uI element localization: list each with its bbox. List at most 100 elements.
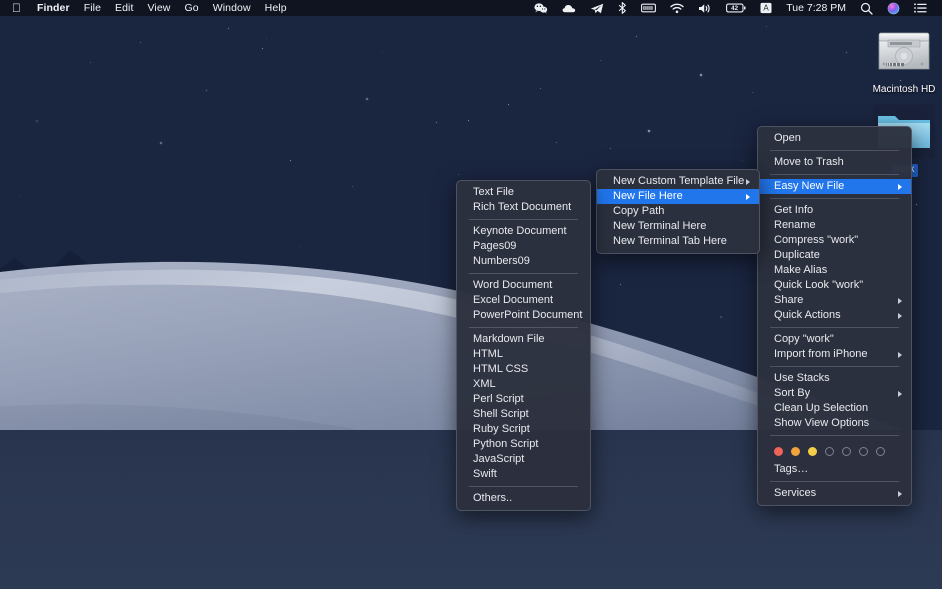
finder-context-menu[interactable]: Open Move to Trash Easy New File Get Inf… — [757, 126, 912, 506]
filetype-label: JavaScript — [473, 452, 524, 467]
menu-go[interactable]: Go — [178, 0, 206, 16]
volume-icon[interactable] — [691, 0, 719, 16]
menu-file[interactable]: File — [77, 0, 108, 16]
tag-green[interactable] — [825, 447, 834, 456]
wifi-icon[interactable] — [663, 0, 691, 16]
submenu-item-label: Copy Path — [613, 204, 664, 219]
context-item-move-to-trash[interactable]: Move to Trash — [758, 155, 911, 170]
submenu-item-new-terminal-here[interactable]: New Terminal Here — [597, 219, 759, 234]
filetype-item-rich-text-document[interactable]: Rich Text Document — [457, 200, 590, 215]
context-item-share[interactable]: Share — [758, 293, 911, 308]
submenu-item-new-custom-template-file[interactable]: New Custom Template File — [597, 174, 759, 189]
wechat-icon[interactable] — [527, 0, 555, 16]
filetype-item-python-script[interactable]: Python Script — [457, 437, 590, 452]
submenu-item-label: New Custom Template File — [613, 174, 744, 189]
context-item-make-alias[interactable]: Make Alias — [758, 263, 911, 278]
apple-logo-icon[interactable]:  — [12, 2, 21, 14]
tag-color-row[interactable] — [758, 440, 911, 462]
context-item-get-info[interactable]: Get Info — [758, 203, 911, 218]
tag-yellow[interactable] — [808, 447, 817, 456]
control-center-icon[interactable] — [907, 0, 934, 16]
context-item-label: Duplicate — [774, 248, 820, 263]
filetype-item-text-file[interactable]: Text File — [457, 185, 590, 200]
filetype-item-word-document[interactable]: Word Document — [457, 278, 590, 293]
filetype-item-html[interactable]: HTML — [457, 347, 590, 362]
context-item-rename[interactable]: Rename — [758, 218, 911, 233]
filetype-item-swift[interactable]: Swift — [457, 467, 590, 482]
filetype-item-others[interactable]: Others.. — [457, 491, 590, 506]
bluetooth-icon[interactable] — [611, 0, 634, 16]
context-item-copy[interactable]: Copy "work" — [758, 332, 911, 347]
menu-view[interactable]: View — [141, 0, 178, 16]
context-item-label: Compress "work" — [774, 233, 858, 248]
menu-separator — [469, 327, 578, 328]
menu-finder[interactable]: Finder — [30, 0, 77, 16]
new-file-here-submenu[interactable]: Text File Rich Text Document Keynote Doc… — [456, 180, 591, 511]
filetype-item-perl-script[interactable]: Perl Script — [457, 392, 590, 407]
context-item-compress[interactable]: Compress "work" — [758, 233, 911, 248]
context-item-label: Quick Actions — [774, 308, 841, 323]
desktop-icon-macintosh-hd[interactable]: Macintosh HD — [866, 28, 942, 97]
context-item-easy-new-file[interactable]: Easy New File — [758, 179, 911, 194]
context-item-label: Copy "work" — [774, 332, 834, 347]
menu-help[interactable]: Help — [258, 0, 294, 16]
context-item-sort-by[interactable]: Sort By — [758, 386, 911, 401]
context-item-quick-actions[interactable]: Quick Actions — [758, 308, 911, 323]
submenu-item-copy-path[interactable]: Copy Path — [597, 204, 759, 219]
menu-edit[interactable]: Edit — [108, 0, 141, 16]
telegram-icon[interactable] — [583, 0, 611, 16]
tag-purple[interactable] — [859, 447, 868, 456]
context-item-services[interactable]: Services — [758, 486, 911, 501]
input-source-icon[interactable]: A — [753, 0, 779, 16]
filetype-item-javascript[interactable]: JavaScript — [457, 452, 590, 467]
keyboard-icon[interactable] — [634, 0, 663, 16]
filetype-label: Numbers09 — [473, 254, 530, 269]
filetype-item-powerpoint-document[interactable]: PowerPoint Document — [457, 308, 590, 323]
context-item-clean-up-selection[interactable]: Clean Up Selection — [758, 401, 911, 416]
tag-orange[interactable] — [791, 447, 800, 456]
filetype-item-html-css[interactable]: HTML CSS — [457, 362, 590, 377]
context-item-label: Easy New File — [774, 179, 844, 194]
tag-red[interactable] — [774, 447, 783, 456]
mountain-silhouette — [0, 232, 400, 322]
context-item-import-from-iphone[interactable]: Import from iPhone — [758, 347, 911, 362]
context-item-tags[interactable]: Tags… — [758, 462, 911, 477]
submenu-item-new-file-here[interactable]: New File Here — [597, 189, 759, 204]
context-item-open[interactable]: Open — [758, 131, 911, 146]
cloud-icon[interactable] — [555, 0, 583, 16]
filetype-item-pages09[interactable]: Pages09 — [457, 239, 590, 254]
filetype-item-excel-document[interactable]: Excel Document — [457, 293, 590, 308]
filetype-label: XML — [473, 377, 496, 392]
tag-blue[interactable] — [842, 447, 851, 456]
menu-window[interactable]: Window — [206, 0, 258, 16]
menu-separator — [770, 327, 899, 328]
context-item-show-view-options[interactable]: Show View Options — [758, 416, 911, 431]
filetype-item-keynote-document[interactable]: Keynote Document — [457, 224, 590, 239]
battery-icon[interactable]: 42 — [719, 0, 753, 16]
context-item-label: Clean Up Selection — [774, 401, 868, 416]
menu-separator — [770, 174, 899, 175]
context-item-label: Tags… — [774, 462, 808, 477]
context-item-duplicate[interactable]: Duplicate — [758, 248, 911, 263]
filetype-label: Markdown File — [473, 332, 545, 347]
search-icon[interactable] — [853, 0, 880, 16]
filetype-item-numbers09[interactable]: Numbers09 — [457, 254, 590, 269]
context-item-quick-look[interactable]: Quick Look "work" — [758, 278, 911, 293]
context-item-label: Sort By — [774, 386, 810, 401]
filetype-item-markdown-file[interactable]: Markdown File — [457, 332, 590, 347]
filetype-item-shell-script[interactable]: Shell Script — [457, 407, 590, 422]
filetype-label: Excel Document — [473, 293, 553, 308]
filetype-label: Others.. — [473, 491, 512, 506]
siri-icon[interactable] — [880, 0, 907, 16]
filetype-item-ruby-script[interactable]: Ruby Script — [457, 422, 590, 437]
filetype-item-xml[interactable]: XML — [457, 377, 590, 392]
hard-drive-icon — [876, 28, 932, 74]
filetype-label: HTML — [473, 347, 503, 362]
menu-separator — [469, 486, 578, 487]
context-item-use-stacks[interactable]: Use Stacks — [758, 371, 911, 386]
menu-bar-clock[interactable]: Tue 7:28 PM — [779, 0, 853, 16]
easy-new-file-submenu[interactable]: New Custom Template File New File Here C… — [596, 169, 760, 254]
submenu-item-new-terminal-tab-here[interactable]: New Terminal Tab Here — [597, 234, 759, 249]
tag-gray[interactable] — [876, 447, 885, 456]
chevron-right-icon — [746, 179, 750, 185]
